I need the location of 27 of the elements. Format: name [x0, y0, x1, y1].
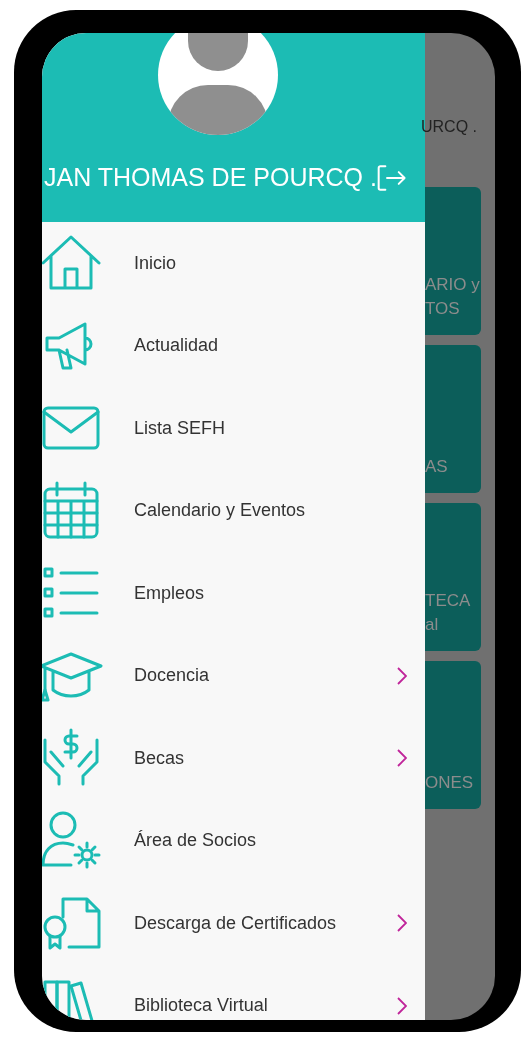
- menu-label: Inicio: [134, 251, 177, 275]
- menu-item[interactable]: Área de Socios: [42, 799, 425, 882]
- menu-label: Empleos: [134, 581, 205, 605]
- menu-item[interactable]: Becas: [42, 717, 425, 800]
- menu-label: Área de Socios: [134, 829, 257, 853]
- menu-label: Actualidad: [134, 334, 219, 358]
- tile-label: ONES: [425, 772, 475, 794]
- menu-label: Lista SEFH: [134, 416, 226, 440]
- user-name: JAN THOMAS DE POURCQ .: [44, 162, 377, 193]
- tile-label: al: [425, 614, 440, 636]
- tile-label: TOS: [425, 298, 461, 320]
- menu-item[interactable]: Biblioteca Virtual: [42, 964, 425, 1020]
- menu-label: Biblioteca Virtual: [134, 994, 268, 1018]
- menu-item[interactable]: Calendario y Eventos: [42, 469, 425, 552]
- menu-item[interactable]: Inicio: [42, 222, 425, 305]
- menu-label: Calendario y Eventos: [134, 499, 306, 523]
- menu-item[interactable]: Descarga de Certificados: [42, 882, 425, 965]
- menu-item[interactable]: Actualidad: [42, 304, 425, 387]
- tile-label: TECA: [425, 590, 472, 612]
- menu-label: Becas: [134, 746, 185, 770]
- tile-label: ARIO y: [425, 274, 481, 296]
- tile-label: AS: [425, 456, 449, 478]
- menu-item[interactable]: Empleos: [42, 552, 425, 635]
- menu-label: Docencia: [134, 664, 210, 688]
- menu-label: Descarga de Certificados: [134, 911, 337, 935]
- menu-item[interactable]: Lista SEFH: [42, 387, 425, 470]
- menu-item[interactable]: Docencia: [42, 634, 425, 717]
